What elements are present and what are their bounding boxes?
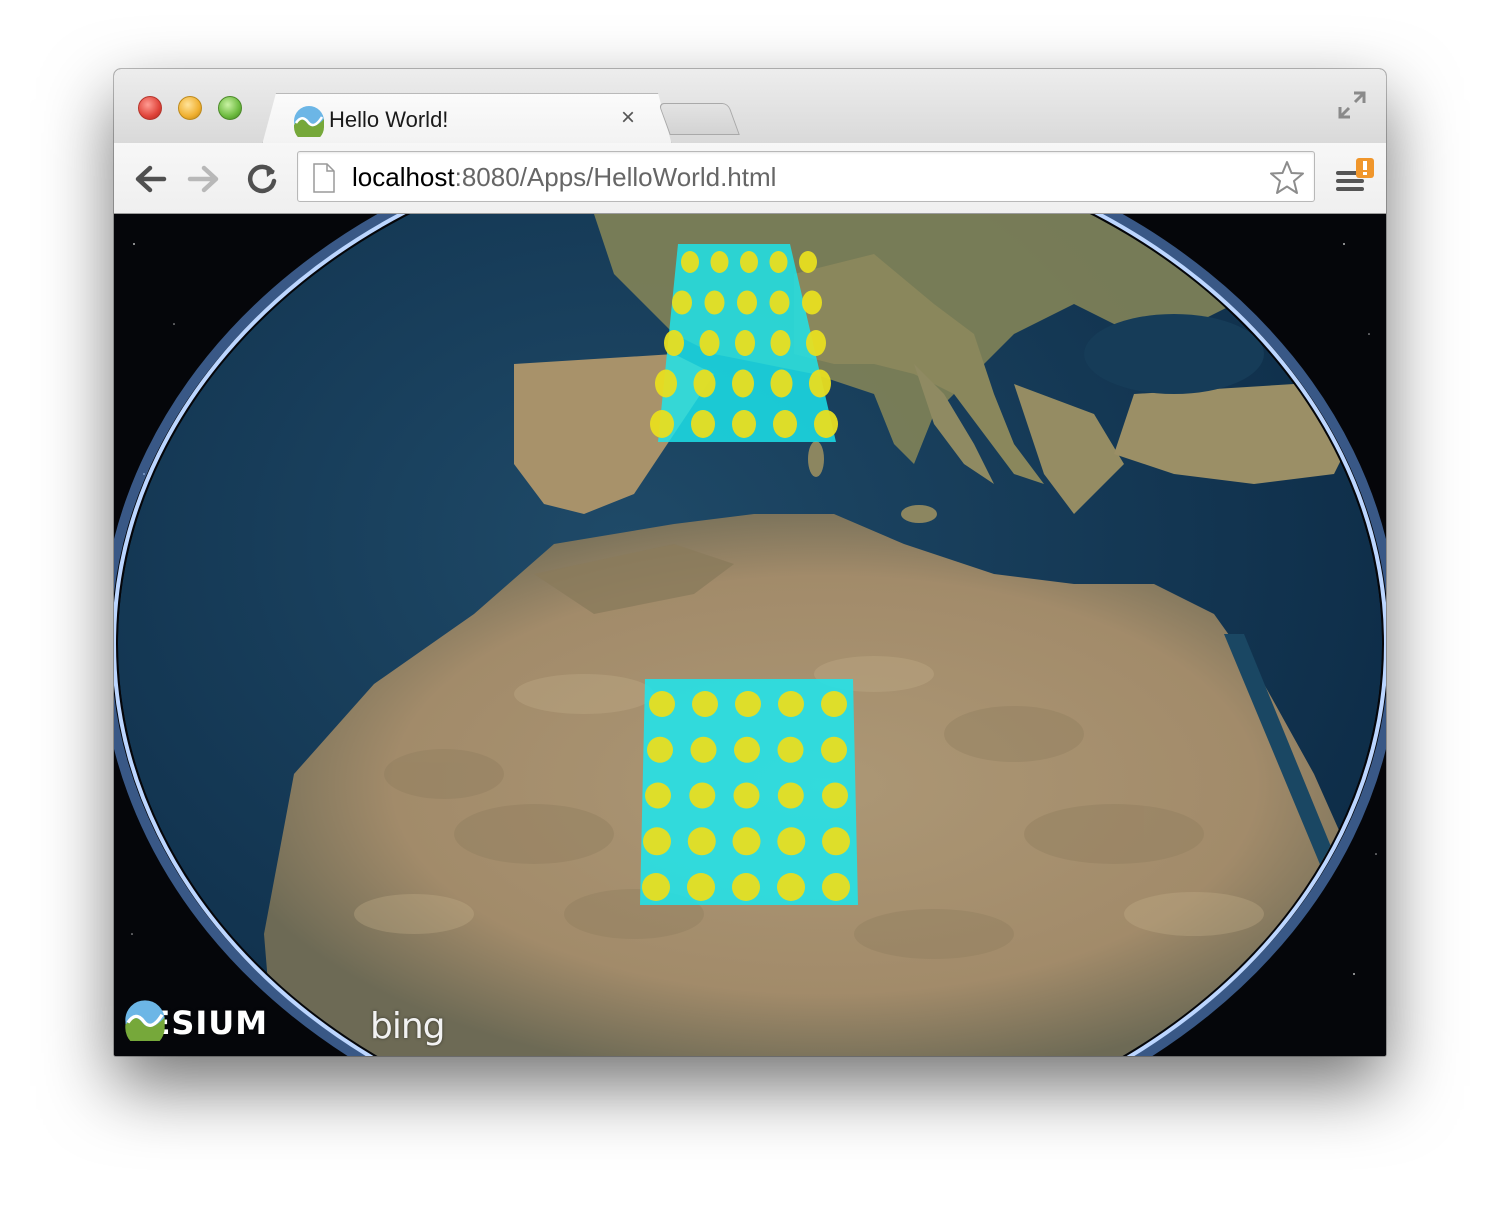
page-icon	[313, 163, 335, 193]
back-icon[interactable]	[130, 159, 170, 199]
star-icon[interactable]	[1268, 159, 1306, 197]
grid-dot	[689, 782, 716, 809]
minimize-window-button[interactable]	[178, 96, 202, 120]
grid-dot	[806, 330, 826, 356]
grid-dot	[734, 736, 760, 763]
grid-dot	[809, 369, 831, 398]
grid-dot	[769, 290, 790, 315]
grid-dot	[732, 410, 756, 438]
grid-dot	[770, 369, 793, 398]
menu-icon[interactable]	[1332, 157, 1376, 201]
grid-dot	[732, 873, 760, 901]
grid-dot	[647, 736, 673, 763]
cesium-logo[interactable]: CESIUM	[124, 999, 268, 1047]
grid-dot	[692, 691, 718, 717]
cesium-logo-icon	[125, 1000, 165, 1041]
grid-dot	[821, 736, 847, 763]
grid-dot	[693, 369, 716, 398]
address-bar[interactable]: localhost:8080/Apps/HelloWorld.html	[297, 151, 1315, 202]
grid-dot	[777, 827, 806, 856]
url-host: localhost	[352, 162, 455, 192]
title-bar: Hello World! ×	[114, 69, 1386, 143]
grid-dot	[770, 330, 791, 356]
tab-close-icon[interactable]: ×	[621, 104, 635, 132]
globe-scene[interactable]	[114, 214, 1386, 1056]
grid-dot	[799, 251, 817, 273]
grid-dot	[735, 330, 755, 356]
grid-dot	[645, 782, 671, 809]
tab-hello-world[interactable]: Hello World! ×	[262, 93, 672, 145]
grid-dot	[822, 827, 850, 856]
zoom-window-button[interactable]	[218, 96, 242, 120]
grid-dot	[821, 691, 847, 717]
rectangle-lower	[640, 679, 858, 905]
forward-icon[interactable]	[184, 159, 224, 199]
close-window-button[interactable]	[138, 96, 162, 120]
grid-dot	[778, 691, 804, 717]
grid-dot	[655, 369, 677, 398]
grid-dot	[681, 251, 699, 273]
grid-dot	[735, 691, 761, 717]
bing-credit[interactable]: bing	[370, 1006, 446, 1047]
browser-window: Hello World! × localhost:8080/Apps/Hello…	[114, 69, 1386, 1056]
grid-dot	[687, 827, 716, 856]
grid-dot	[672, 290, 692, 315]
grid-dot	[769, 251, 788, 273]
grid-dot	[650, 410, 674, 438]
tab-title: Hello World!	[329, 107, 449, 132]
cesium-viewer[interactable]: CESIUM bing	[114, 214, 1386, 1056]
reload-icon[interactable]	[242, 159, 282, 199]
grid-dot	[822, 873, 850, 901]
grid-dot	[737, 290, 757, 315]
grid-dot	[704, 290, 725, 315]
grid-dot	[822, 782, 848, 809]
grid-dot	[732, 827, 761, 856]
grid-dot	[710, 251, 729, 273]
grid-dot	[802, 290, 822, 315]
toolbar: localhost:8080/Apps/HelloWorld.html	[114, 143, 1386, 214]
fullscreen-icon[interactable]	[1336, 89, 1368, 121]
grid-dot	[740, 251, 758, 273]
grid-dot	[733, 782, 760, 809]
grid-dot	[732, 369, 754, 398]
url-text: localhost:8080/Apps/HelloWorld.html	[352, 162, 776, 193]
grid-dot	[691, 410, 715, 438]
grid-dot	[777, 782, 804, 809]
grid-dot	[814, 410, 838, 438]
cesium-icon	[293, 105, 325, 137]
grid-dot	[687, 873, 715, 901]
grid-dot	[664, 330, 684, 356]
grid-dot	[777, 873, 805, 901]
grid-dot	[699, 330, 720, 356]
url-path: :8080/Apps/HelloWorld.html	[454, 162, 777, 192]
new-tab-button[interactable]	[658, 103, 740, 135]
grid-dot	[773, 410, 797, 438]
grid-dot	[642, 873, 670, 901]
grid-dot	[777, 736, 804, 763]
grid-dot	[649, 691, 675, 717]
grid-dot	[643, 827, 671, 856]
grid-dot	[690, 736, 717, 763]
